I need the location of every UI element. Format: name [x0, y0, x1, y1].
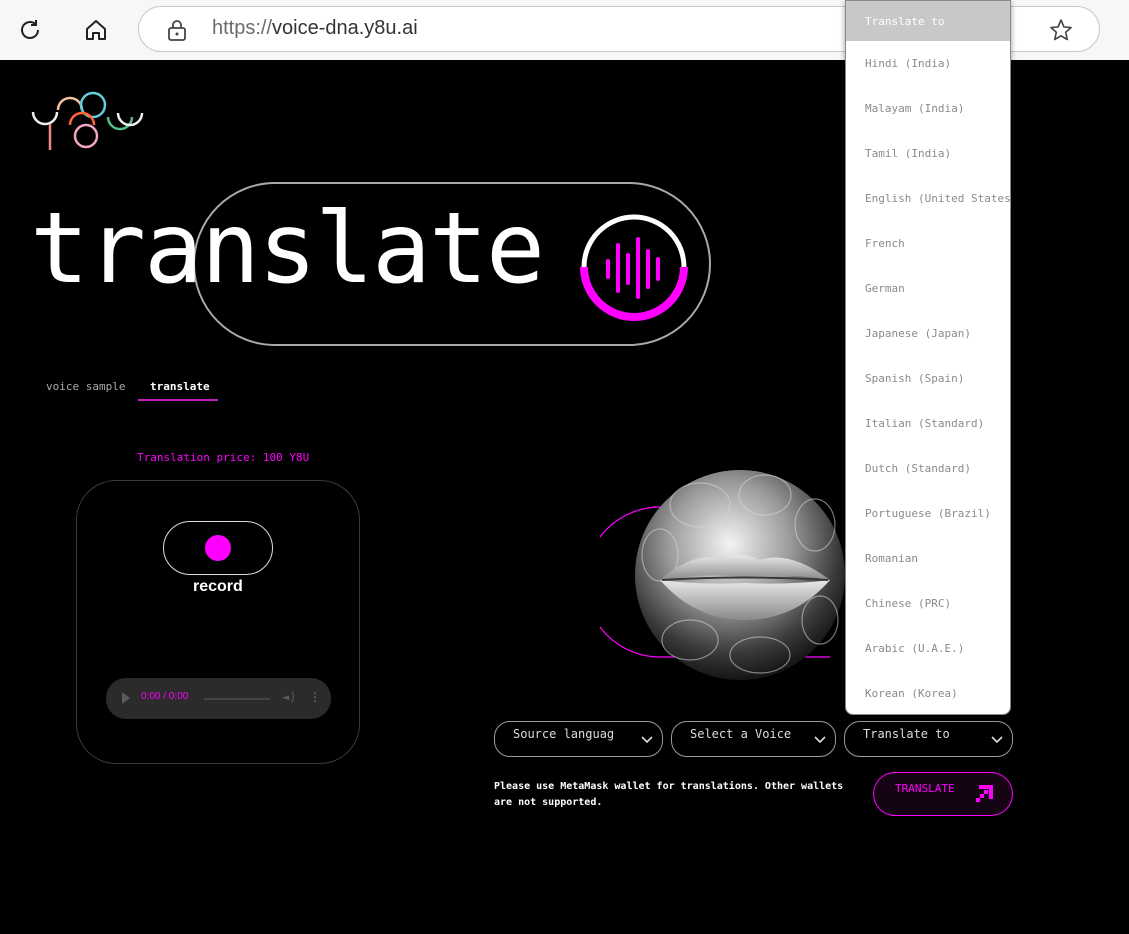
chevron-down-icon — [641, 736, 653, 744]
record-dot-icon — [205, 535, 231, 561]
translate-button[interactable]: TRANSLATE — [873, 772, 1013, 816]
active-tab-indicator — [138, 399, 218, 401]
dropdown-option[interactable]: Tamil (India) — [846, 131, 1010, 176]
dropdown-option-selected[interactable]: Translate to — [846, 1, 1010, 41]
url-text: https://voice-dna.y8u.ai — [212, 17, 418, 39]
chevron-down-icon — [991, 736, 1003, 744]
audio-progress-track[interactable] — [204, 698, 270, 700]
audio-time: 0:00 / 0:00 — [141, 691, 189, 702]
dropdown-option[interactable]: Malayam (India) — [846, 86, 1010, 131]
target-language-select[interactable]: Translate to — [844, 721, 1013, 757]
dropdown-option[interactable]: Chinese (PRC) — [846, 581, 1010, 626]
y8u-logo[interactable] — [30, 90, 145, 152]
page-title: translate — [30, 192, 545, 306]
wallet-notice: Please use MetaMask wallet for translati… — [494, 781, 844, 808]
dropdown-option[interactable]: Italian (Standard) — [846, 401, 1010, 446]
arrow-up-right-icon — [976, 785, 993, 802]
play-icon[interactable] — [122, 692, 130, 704]
chevron-down-icon — [814, 736, 826, 744]
dropdown-option[interactable]: Arabic (U.A.E.) — [846, 626, 1010, 671]
target-language-value: Translate to — [863, 727, 950, 741]
translation-price: Translation price: 100 Y8U — [137, 451, 310, 464]
tab-translate[interactable]: translate — [150, 380, 210, 393]
lock-icon[interactable] — [167, 19, 187, 41]
dropdown-option[interactable]: Romanian — [846, 536, 1010, 581]
dropdown-option[interactable]: English (United States) — [846, 176, 1010, 221]
voice-wave-icon — [580, 214, 688, 321]
dropdown-option[interactable]: Japanese (Japan) — [846, 311, 1010, 356]
dropdown-option[interactable]: Korean (Korea) — [846, 671, 1010, 714]
translate-to-dropdown[interactable]: Translate to Hindi (India) Malayam (Indi… — [845, 0, 1011, 715]
source-language-select[interactable]: Source languag — [494, 721, 663, 757]
reload-icon[interactable] — [14, 14, 46, 46]
home-icon[interactable] — [80, 14, 112, 46]
lips-sphere-image — [600, 470, 845, 680]
voice-select[interactable]: Select a Voice — [671, 721, 836, 757]
more-options-icon[interactable]: ⋮ — [309, 690, 321, 704]
record-button[interactable] — [163, 521, 273, 575]
dropdown-option[interactable]: Portuguese (Brazil) — [846, 491, 1010, 536]
voice-select-value: Select a Voice — [690, 727, 792, 741]
dropdown-option[interactable]: French — [846, 221, 1010, 266]
dropdown-option[interactable]: Spanish (Spain) — [846, 356, 1010, 401]
audio-player[interactable]: 0:00 / 0:00 ◄) ⋮ — [106, 678, 331, 719]
volume-icon[interactable]: ◄) — [282, 690, 296, 704]
record-label: record — [193, 578, 243, 595]
dropdown-option[interactable]: German — [846, 266, 1010, 311]
translate-button-label: TRANSLATE — [895, 782, 955, 795]
source-language-value: Source languag — [513, 727, 615, 741]
tab-voice-sample[interactable]: voice sample — [46, 380, 125, 393]
dropdown-option[interactable]: Dutch (Standard) — [846, 446, 1010, 491]
favorite-star-icon[interactable] — [1049, 18, 1073, 42]
dropdown-option[interactable]: Hindi (India) — [846, 41, 1010, 86]
